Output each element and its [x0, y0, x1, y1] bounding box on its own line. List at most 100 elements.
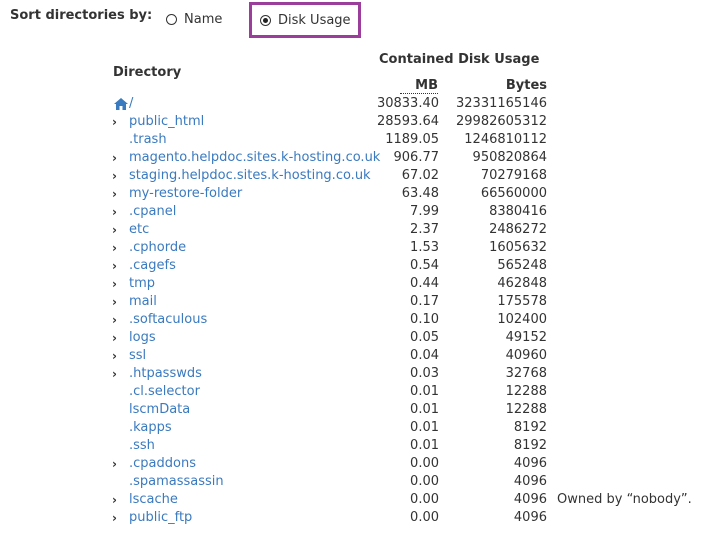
chevron-right-icon[interactable]: ›	[112, 293, 122, 311]
mb-value: 0.10	[410, 312, 439, 327]
table-row: › etc 2.37 2486272	[0, 221, 711, 239]
mb-value: 0.03	[410, 366, 439, 381]
bytes-value: 1246810112	[464, 132, 547, 147]
mb-value: 0.05	[410, 330, 439, 345]
directory-link[interactable]: .cagefs	[129, 257, 176, 275]
bytes-value: 175578	[497, 294, 547, 309]
directory-link[interactable]: logs	[129, 329, 156, 347]
directory-link[interactable]: .cl.selector	[129, 383, 200, 401]
chevron-right-icon[interactable]: ›	[112, 113, 122, 131]
chevron-right-icon[interactable]: ›	[112, 329, 122, 347]
bytes-value: 32768	[505, 366, 547, 381]
directory-link[interactable]: .cphorde	[129, 239, 186, 257]
sort-by-disk-usage-label[interactable]: Disk Usage	[278, 13, 351, 28]
table-row: › .cagefs 0.54 565248	[0, 257, 711, 275]
chevron-right-icon[interactable]: ›	[112, 347, 122, 365]
ownership-note: Owned by “nobody”.	[557, 492, 692, 507]
chevron-right-icon[interactable]: ›	[112, 275, 122, 293]
chevron-right-icon[interactable]: ›	[112, 203, 122, 221]
mb-value: 0.44	[410, 276, 439, 291]
table-row: lscmData 0.01 12288	[0, 401, 711, 419]
mb-value: 906.77	[393, 150, 440, 165]
chevron-right-icon[interactable]: ›	[112, 221, 122, 239]
bytes-value: 29982605312	[456, 114, 547, 129]
table-row: › tmp 0.44 462848	[0, 275, 711, 293]
table-row: › .softaculous 0.10 102400	[0, 311, 711, 329]
chevron-right-icon[interactable]: ›	[112, 365, 122, 383]
mb-value: 0.01	[410, 420, 439, 435]
chevron-right-icon[interactable]: ›	[112, 311, 122, 329]
chevron-right-icon[interactable]: ›	[112, 491, 122, 509]
directory-link[interactable]: lscmData	[129, 401, 190, 419]
table-row: .ssh 0.01 8192	[0, 437, 711, 455]
directory-link[interactable]: .htpasswds	[129, 365, 202, 383]
mb-value: 0.00	[410, 492, 439, 507]
directory-link[interactable]: my-restore-folder	[129, 185, 242, 203]
directory-link[interactable]: etc	[129, 221, 149, 239]
table-row: › staging.helpdoc.sites.k-hosting.co.uk 67…	[0, 167, 711, 185]
table-row: › .htpasswds 0.03 32768	[0, 365, 711, 383]
directory-link[interactable]: .kapps	[129, 419, 172, 437]
bytes-value: 102400	[497, 312, 547, 327]
chevron-right-icon[interactable]: ›	[112, 257, 122, 275]
directory-link[interactable]: .cpaddons	[129, 455, 196, 473]
directory-link[interactable]: .cpanel	[129, 203, 176, 221]
table-row: › magento.helpdoc.sites.k-hosting.co.uk 90…	[0, 149, 711, 167]
chevron-right-icon[interactable]: ›	[112, 149, 122, 167]
mb-value: 30833.40	[376, 96, 439, 111]
directory-link[interactable]: mail	[129, 293, 157, 311]
chevron-right-icon[interactable]: ›	[112, 455, 122, 473]
table-row: › ssl 0.04 40960	[0, 347, 711, 365]
home-icon[interactable]	[113, 97, 129, 111]
chevron-right-icon[interactable]: ›	[112, 167, 122, 185]
table-row: / 30833.40 32331165146	[0, 95, 711, 113]
chevron-right-icon[interactable]: ›	[112, 509, 122, 527]
bytes-value: 4096	[513, 492, 547, 507]
directory-link[interactable]: lscache	[129, 491, 178, 509]
table-row: › lscache 0.00 4096 Owned by “nobody”.	[0, 491, 711, 509]
directory-link[interactable]: ssl	[129, 347, 146, 365]
sort-by-disk-usage-radio[interactable]: Disk Usage	[249, 2, 361, 38]
sort-by-name-radio[interactable]: Name	[166, 7, 222, 31]
mb-value: 0.04	[410, 348, 439, 363]
table-row: › .cpanel 7.99 8380416	[0, 203, 711, 221]
table-row: › my-restore-folder 63.48 66560000	[0, 185, 711, 203]
table-row: › public_html 28593.64 29982605312	[0, 113, 711, 131]
table-row: .trash 1189.05 1246810112	[0, 131, 711, 149]
chevron-right-icon[interactable]: ›	[112, 185, 122, 203]
directory-link[interactable]: /	[129, 95, 133, 113]
mb-value: 2.37	[410, 222, 439, 237]
directory-link[interactable]: tmp	[129, 275, 155, 293]
directory-link[interactable]: .softaculous	[129, 311, 207, 329]
directory-column-header: Directory	[113, 65, 182, 80]
bytes-value: 565248	[497, 258, 547, 273]
table-row: › logs 0.05 49152	[0, 329, 711, 347]
directory-link[interactable]: public_ftp	[129, 509, 192, 527]
mb-value: 0.00	[410, 456, 439, 471]
mb-column-header: MB	[400, 78, 438, 94]
directory-link[interactable]: .trash	[129, 131, 167, 149]
bytes-value: 8192	[513, 438, 547, 453]
directory-link[interactable]: staging.helpdoc.sites.k-hosting.co.uk	[129, 167, 371, 185]
bytes-value: 8192	[513, 420, 547, 435]
chevron-right-icon[interactable]: ›	[112, 239, 122, 257]
directory-link[interactable]: magento.helpdoc.sites.k-hosting.co.uk	[129, 149, 380, 167]
sort-by-name-label[interactable]: Name	[184, 12, 222, 27]
table-row: › .cphorde 1.53 1605632	[0, 239, 711, 257]
radio-checked-icon[interactable]	[260, 14, 271, 26]
directory-link[interactable]: .spamassassin	[129, 473, 224, 491]
mb-value: 0.01	[410, 402, 439, 417]
table-row: .kapps 0.01 8192	[0, 419, 711, 437]
mb-value: 7.99	[410, 204, 439, 219]
bytes-value: 8380416	[489, 204, 547, 219]
mb-value: 0.01	[410, 384, 439, 399]
bytes-value: 32331165146	[456, 96, 547, 111]
mb-value: 0.00	[410, 510, 439, 525]
mb-value: 0.01	[410, 438, 439, 453]
directory-link[interactable]: public_html	[129, 113, 204, 131]
bytes-value: 2486272	[489, 222, 547, 237]
mb-value: 67.02	[401, 168, 439, 183]
directory-link[interactable]: .ssh	[129, 437, 155, 455]
radio-unchecked-icon[interactable]	[166, 13, 177, 25]
table-row: › public_ftp 0.00 4096	[0, 509, 711, 527]
